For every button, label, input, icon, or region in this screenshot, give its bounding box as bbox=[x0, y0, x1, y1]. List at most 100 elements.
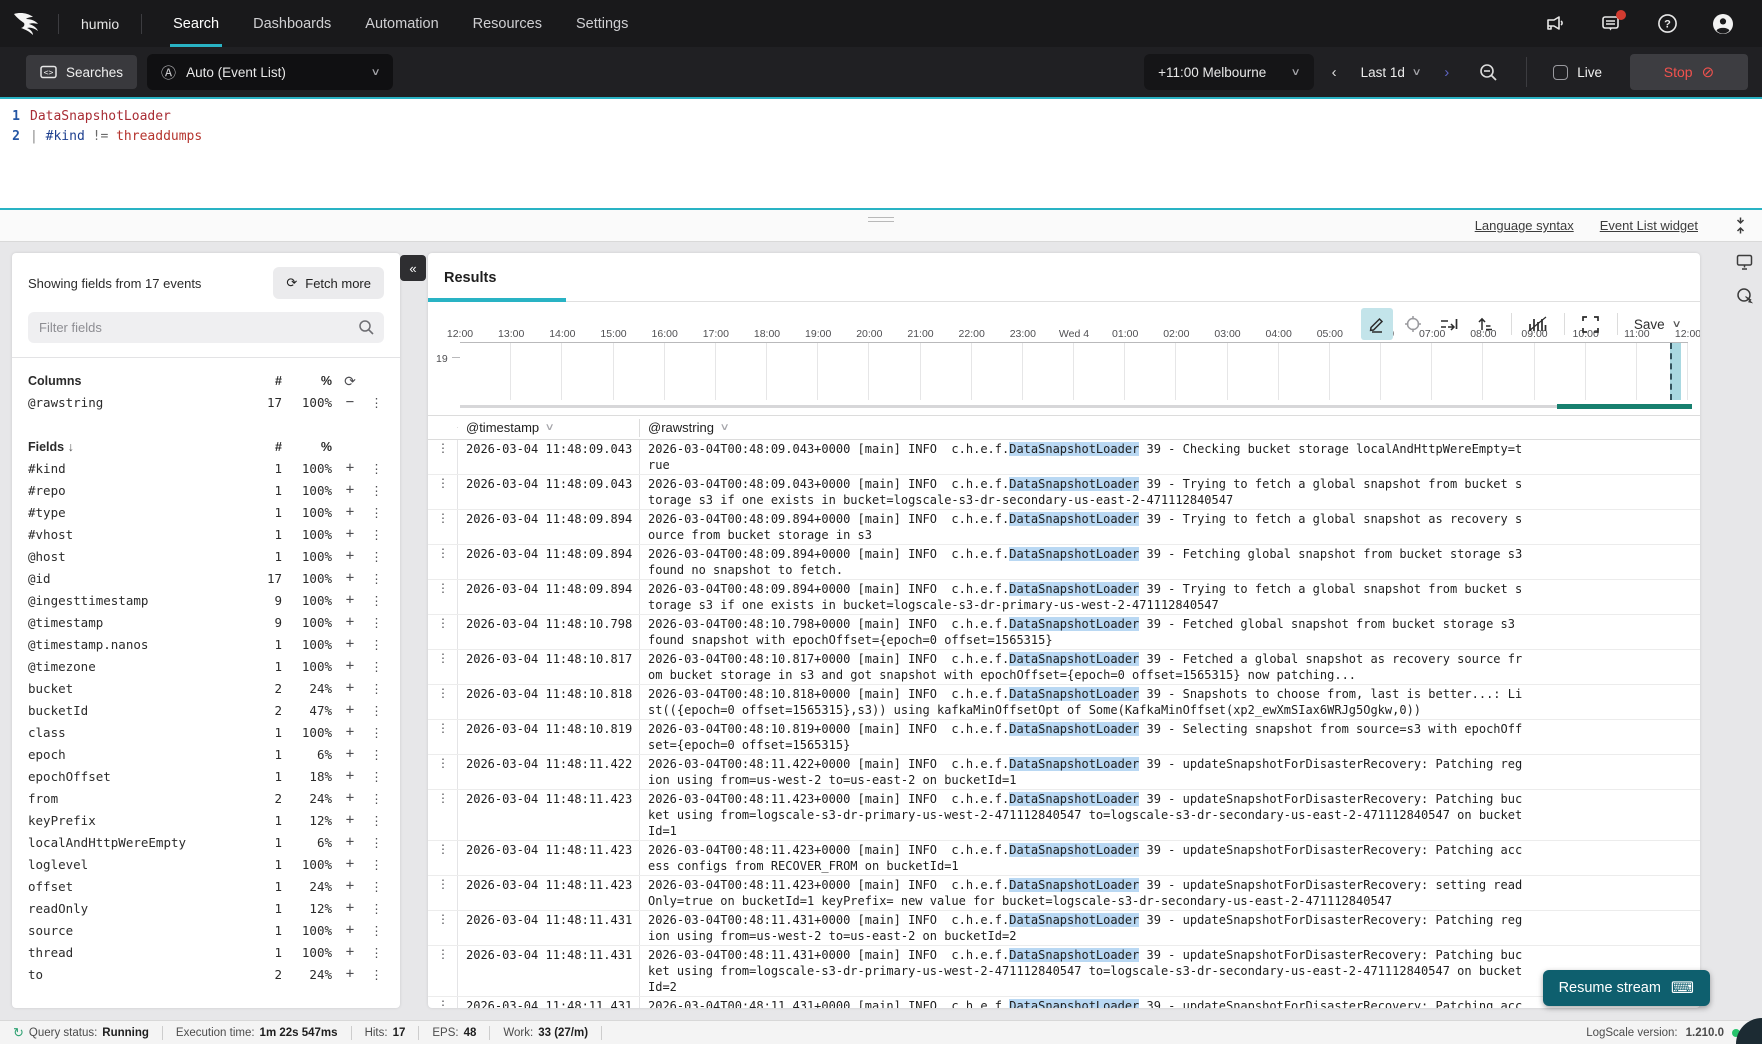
nav-tab-settings[interactable]: Settings bbox=[559, 0, 645, 47]
event-menu-button[interactable]: ⋮ bbox=[428, 720, 458, 754]
field-menu-button[interactable]: ⋮ bbox=[368, 527, 384, 542]
add-field-button[interactable]: + bbox=[332, 724, 368, 740]
add-field-button[interactable]: + bbox=[332, 790, 368, 806]
live-checkbox[interactable] bbox=[1553, 65, 1568, 80]
column-header-timestamp[interactable]: @timestamp ∨ bbox=[458, 419, 640, 437]
field-menu-button[interactable]: ⋮ bbox=[368, 813, 384, 828]
timeline-hour-cell[interactable] bbox=[1330, 343, 1381, 400]
field-row[interactable]: @ingesttimestamp9100%+⋮ bbox=[28, 589, 384, 611]
nav-tab-dashboards[interactable]: Dashboards bbox=[236, 0, 348, 47]
time-back-button[interactable]: ‹ bbox=[1320, 64, 1349, 81]
event-row[interactable]: ⋮2026-03-04 11:48:10.7982026-03-04T00:48… bbox=[428, 615, 1700, 650]
time-range-dropdown[interactable]: Last 1d ∨ bbox=[1355, 65, 1427, 80]
timeline-hour-cell[interactable] bbox=[1483, 343, 1534, 400]
nav-tab-automation[interactable]: Automation bbox=[348, 0, 455, 47]
timeline-hour-cell[interactable] bbox=[1228, 343, 1279, 400]
add-field-button[interactable]: + bbox=[332, 812, 368, 828]
account-avatar[interactable] bbox=[1712, 13, 1734, 35]
add-field-button[interactable]: + bbox=[332, 570, 368, 586]
timeline-hour-cell[interactable] bbox=[1279, 343, 1330, 400]
tab-results[interactable]: Results bbox=[428, 253, 512, 302]
field-menu-button[interactable]: ⋮ bbox=[368, 923, 384, 938]
event-row[interactable]: ⋮2026-03-04 11:48:10.8172026-03-04T00:48… bbox=[428, 650, 1700, 685]
add-field-button[interactable]: + bbox=[332, 460, 368, 476]
add-field-button[interactable]: + bbox=[332, 614, 368, 630]
timezone-dropdown[interactable]: +11:00 Melbourne ∨ bbox=[1144, 54, 1314, 90]
add-field-button[interactable]: + bbox=[332, 548, 368, 564]
event-row[interactable]: ⋮2026-03-04 11:48:11.4312026-03-04T00:48… bbox=[428, 997, 1700, 1008]
event-menu-button[interactable]: ⋮ bbox=[428, 841, 458, 875]
event-row[interactable]: ⋮2026-03-04 11:48:09.8942026-03-04T00:48… bbox=[428, 510, 1700, 545]
zoom-out-button[interactable] bbox=[1467, 63, 1510, 82]
field-row[interactable]: from224%+⋮ bbox=[28, 787, 384, 809]
query-editor[interactable]: 1 DataSnapshotLoader 2 | #kind != thread… bbox=[0, 97, 1762, 210]
display-icon[interactable] bbox=[1736, 254, 1753, 270]
field-menu-button[interactable]: ⋮ bbox=[368, 549, 384, 564]
field-row[interactable]: offset124%+⋮ bbox=[28, 875, 384, 897]
stop-button[interactable]: Stop ⊘ bbox=[1630, 54, 1748, 90]
add-field-button[interactable]: + bbox=[332, 900, 368, 916]
notifications-icon[interactable] bbox=[1600, 13, 1622, 35]
timeline-plot[interactable]: 19 bbox=[460, 342, 1688, 400]
add-field-button[interactable]: + bbox=[332, 592, 368, 608]
view-selector-dropdown[interactable]: Ⓐ Auto (Event List) ∨ bbox=[147, 54, 393, 90]
field-row[interactable]: keyPrefix112%+⋮ bbox=[28, 809, 384, 831]
brush-selected-range[interactable] bbox=[1557, 404, 1692, 409]
timeline-hour-cell[interactable] bbox=[460, 343, 511, 400]
event-menu-button[interactable]: ⋮ bbox=[428, 545, 458, 579]
field-menu-button[interactable]: ⋮ bbox=[368, 835, 384, 850]
field-row[interactable]: thread1100%+⋮ bbox=[28, 941, 384, 963]
save-dropdown[interactable]: Save ∨ bbox=[1628, 317, 1686, 332]
timeline-hour-cell[interactable] bbox=[1381, 343, 1432, 400]
timeline-hour-cell[interactable] bbox=[614, 343, 665, 400]
event-menu-button[interactable]: ⋮ bbox=[428, 911, 458, 945]
crosshair-button[interactable] bbox=[1397, 308, 1429, 340]
sort-order-button[interactable] bbox=[1469, 308, 1501, 340]
time-forward-button[interactable]: › bbox=[1432, 64, 1461, 81]
add-field-button[interactable]: + bbox=[332, 658, 368, 674]
event-row[interactable]: ⋮2026-03-04 11:48:09.8942026-03-04T00:48… bbox=[428, 580, 1700, 615]
event-row[interactable]: ⋮2026-03-04 11:48:10.8192026-03-04T00:48… bbox=[428, 720, 1700, 755]
brush-track[interactable] bbox=[460, 405, 1688, 408]
field-menu-button[interactable]: ⋮ bbox=[368, 681, 384, 696]
event-row[interactable]: ⋮2026-03-04 11:48:11.4312026-03-04T00:48… bbox=[428, 911, 1700, 946]
event-row[interactable]: ⋮2026-03-04 11:48:11.4312026-03-04T00:48… bbox=[428, 946, 1700, 997]
event-menu-button[interactable]: ⋮ bbox=[428, 580, 458, 614]
field-menu-button[interactable]: ⋮ bbox=[368, 593, 384, 608]
add-field-button[interactable]: + bbox=[332, 834, 368, 850]
field-menu-button[interactable]: ⋮ bbox=[368, 461, 384, 476]
add-field-button[interactable]: + bbox=[332, 680, 368, 696]
event-menu-button[interactable]: ⋮ bbox=[428, 946, 458, 996]
event-menu-button[interactable]: ⋮ bbox=[428, 755, 458, 789]
field-row[interactable]: @rawstring17100%−⋮ bbox=[28, 391, 384, 413]
field-row[interactable]: to224%+⋮ bbox=[28, 963, 384, 985]
toggle-histogram-button[interactable] bbox=[1522, 308, 1554, 340]
field-row[interactable]: readOnly112%+⋮ bbox=[28, 897, 384, 919]
crowdstrike-falcon-logo[interactable] bbox=[0, 0, 58, 47]
field-row[interactable]: @timestamp.nanos1100%+⋮ bbox=[28, 633, 384, 655]
field-menu-button[interactable]: ⋮ bbox=[368, 703, 384, 718]
add-field-button[interactable]: + bbox=[332, 966, 368, 982]
add-field-button[interactable]: + bbox=[332, 746, 368, 762]
fetch-more-button[interactable]: ⟳ Fetch more bbox=[273, 267, 384, 299]
field-row[interactable]: @timestamp9100%+⋮ bbox=[28, 611, 384, 633]
field-menu-button[interactable]: ⋮ bbox=[368, 879, 384, 894]
event-menu-button[interactable]: ⋮ bbox=[428, 440, 458, 474]
field-menu-button[interactable]: ⋮ bbox=[368, 747, 384, 762]
event-row[interactable]: ⋮2026-03-04 11:48:09.0432026-03-04T00:48… bbox=[428, 475, 1700, 510]
sort-descending-icon[interactable]: ↓ bbox=[68, 440, 74, 454]
timeline-hour-cell[interactable] bbox=[921, 343, 972, 400]
event-row[interactable]: ⋮2026-03-04 11:48:10.8182026-03-04T00:48… bbox=[428, 685, 1700, 720]
nav-tab-resources[interactable]: Resources bbox=[456, 0, 559, 47]
event-row[interactable]: ⋮2026-03-04 11:48:11.4232026-03-04T00:48… bbox=[428, 841, 1700, 876]
field-row[interactable]: #vhost1100%+⋮ bbox=[28, 523, 384, 545]
histogram-bar[interactable] bbox=[1670, 343, 1681, 400]
filter-fields-input[interactable] bbox=[28, 312, 384, 343]
field-row[interactable]: @id17100%+⋮ bbox=[28, 567, 384, 589]
event-row[interactable]: ⋮2026-03-04 11:48:11.4232026-03-04T00:48… bbox=[428, 790, 1700, 841]
timeline-hour-cell[interactable] bbox=[1074, 343, 1125, 400]
add-field-button[interactable]: + bbox=[332, 702, 368, 718]
timeline-hour-cell[interactable] bbox=[665, 343, 716, 400]
field-row[interactable]: localAndHttpWereEmpty16%+⋮ bbox=[28, 831, 384, 853]
event-row[interactable]: ⋮2026-03-04 11:48:09.8942026-03-04T00:48… bbox=[428, 545, 1700, 580]
